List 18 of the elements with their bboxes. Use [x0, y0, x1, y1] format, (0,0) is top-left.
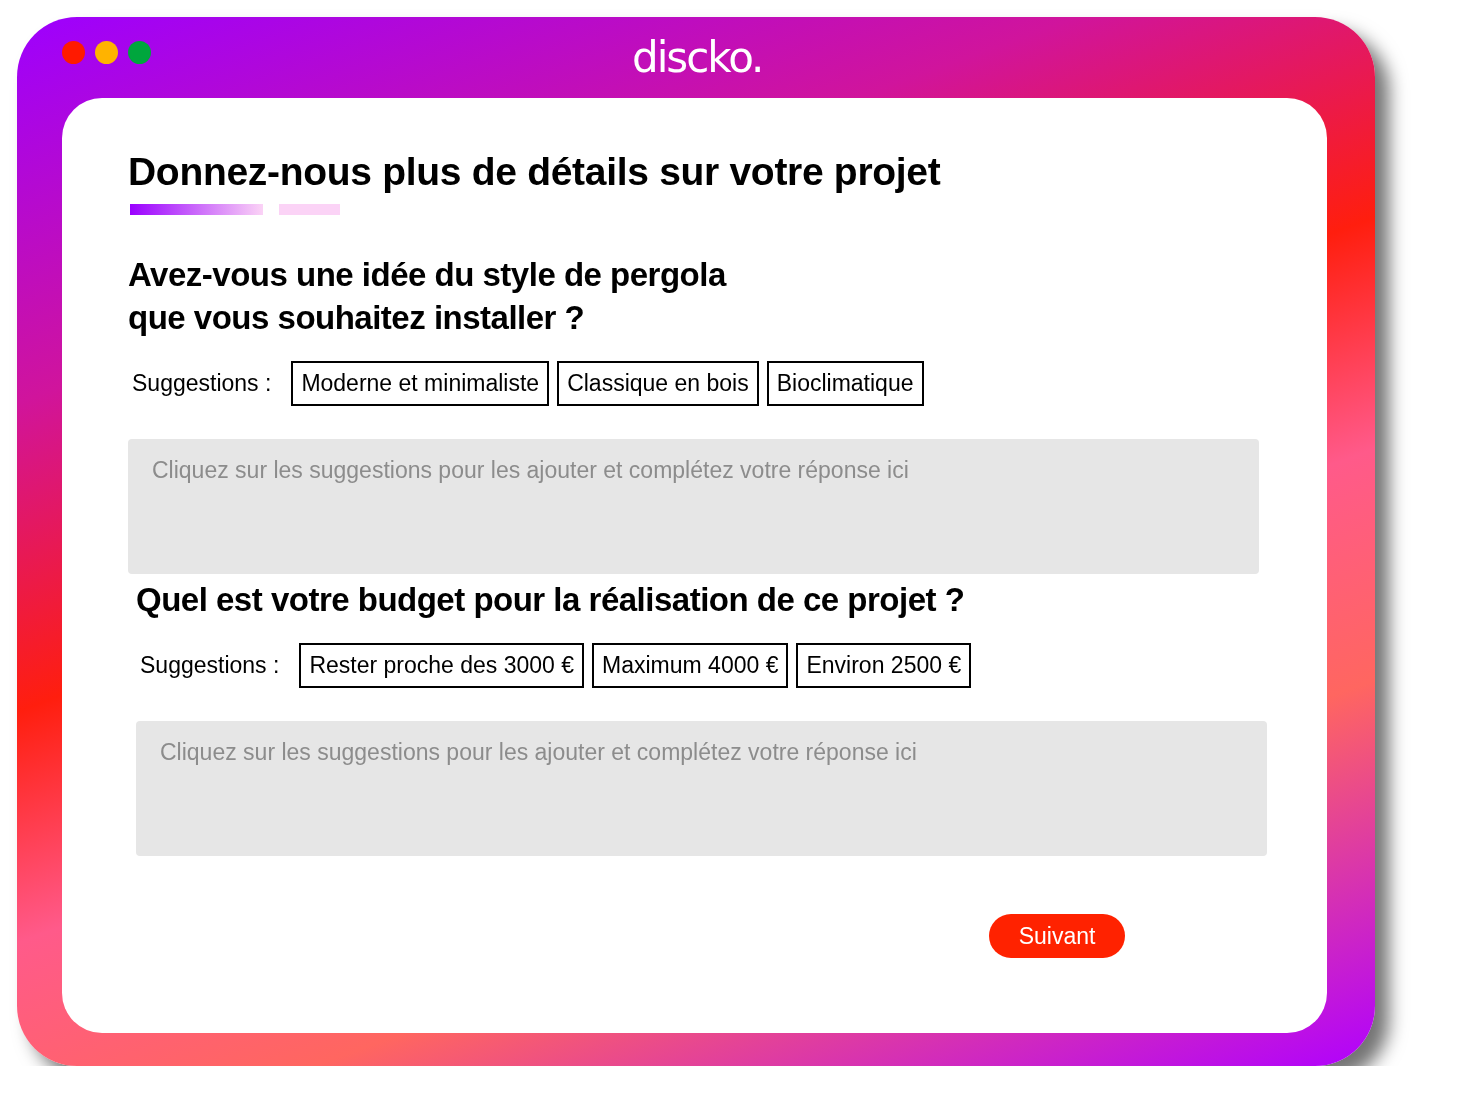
answer-field[interactable]: Cliquez sur les suggestions pour les ajouter et complétez votre réponse ici: [128, 439, 1259, 574]
suggestion-chip[interactable]: Rester proche des 3000 €: [299, 643, 585, 688]
close-icon[interactable]: [62, 41, 85, 64]
suggestion-chip[interactable]: Classique en bois: [557, 361, 759, 406]
next-button[interactable]: Suivant: [989, 914, 1125, 958]
page-heading: Donnez-nous plus de détails sur votre projet: [128, 149, 942, 195]
minimize-icon[interactable]: [95, 41, 118, 64]
answer-field[interactable]: Cliquez sur les suggestions pour les ajouter et complétez votre réponse ici: [136, 721, 1267, 856]
question-title: Quel est votre budget pour la réalisation de ce projet ?: [136, 580, 966, 620]
suggestions-label: Suggestions :: [139, 652, 280, 679]
window-title: discko.: [632, 33, 763, 82]
suggestion-chip[interactable]: Environ 2500 €: [796, 643, 972, 688]
maximize-icon[interactable]: [128, 41, 151, 64]
suggestion-chip[interactable]: Bioclimatique: [766, 361, 924, 406]
question-title: Avez-vous une idée du style de pergola que vous souhaitez installer ?: [128, 255, 728, 338]
suggestion-chip[interactable]: Maximum 4000 €: [592, 643, 789, 688]
suggestions-label: Suggestions :: [131, 370, 272, 397]
suggestion-chip[interactable]: Moderne et minimaliste: [291, 361, 550, 406]
